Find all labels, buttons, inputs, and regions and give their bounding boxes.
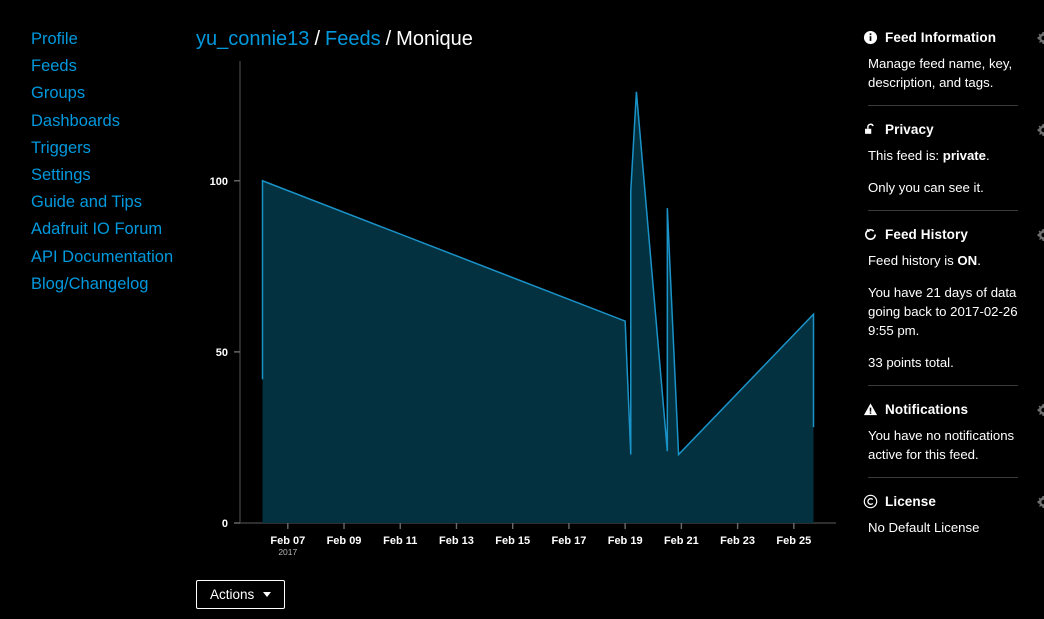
info-icon (863, 30, 878, 45)
gear-icon-privacy[interactable] (1037, 123, 1044, 136)
x-tick-label: Feb 17 (551, 535, 586, 547)
x-tick-label: Feb 13 (439, 535, 474, 547)
panel-text-license-0: No Default License (868, 520, 980, 535)
panel-text-feed-history-0: Feed history is ON. (868, 253, 981, 268)
y-tick-label: 0 (222, 518, 228, 530)
panel-header-license: License (863, 494, 1044, 509)
gear-icon-feed-history[interactable] (1037, 228, 1044, 241)
sidebar-item-blog-changelog[interactable]: Blog/Changelog (31, 271, 181, 298)
x-tick-label: Feb 25 (776, 535, 811, 547)
breadcrumb-current-feed: Monique (396, 28, 473, 50)
feed-history-chart[interactable]: 0 50 100 Feb 07 2017 Feb 09 Feb 11 Feb 13 Feb 1… (196, 58, 846, 563)
panel-divider (868, 210, 1018, 211)
x-tick-label: Feb 07 (270, 535, 305, 547)
panel-text-privacy-1: Only you can see it. (868, 180, 984, 195)
panel-title-license: License (885, 494, 936, 509)
panel-title-notifications: Notifications (885, 402, 969, 417)
sidebar-item-profile[interactable]: Profile (31, 26, 181, 53)
sidebar-item-feeds[interactable]: Feeds (31, 53, 181, 80)
panel-section-license: License No Default License (863, 494, 1044, 537)
panel-section-feed-information: Feed Information Manage feed name, key, d… (863, 30, 1044, 92)
feed-info-panel: Feed Information Manage feed name, key, d… (855, 0, 1044, 619)
sidebar-item-dashboards[interactable]: Dashboards (31, 108, 181, 135)
x-tick-label: Feb 19 (608, 535, 643, 547)
sidebar-nav: Profile Feeds Groups Dashboards Triggers Sett… (0, 0, 186, 619)
x-tick-labels: Feb 072017 Feb 09 Feb 11 Feb 13 Feb 15 Feb 17… (270, 535, 811, 557)
panel-divider (868, 477, 1018, 478)
x-tick-label: Feb 15 (495, 535, 530, 547)
actions-button[interactable]: Actions (196, 580, 286, 609)
chart-series-group (261, 91, 815, 524)
panel-text-feed-information-0: Manage feed name, key, description, and … (868, 56, 1013, 90)
sidebar-item-triggers[interactable]: Triggers (31, 135, 181, 162)
sidebar-item-guide-and-tips[interactable]: Guide and Tips (31, 189, 181, 216)
y-tick-label: 100 (210, 176, 228, 188)
panel-text-feed-history-1: You have 21 days of data going back to 2… (868, 285, 1018, 338)
x-tick-label: Feb 09 (327, 535, 362, 547)
x-tick-label: Feb 21 (664, 535, 699, 547)
actions-button-label: Actions (210, 587, 255, 602)
warning-triangle-icon (863, 402, 878, 417)
gear-icon-notifications[interactable] (1037, 403, 1044, 416)
x-tick-label: Feb 11 (383, 535, 417, 547)
sidebar-item-groups[interactable]: Groups (31, 80, 181, 107)
panel-title-feed-history: Feed History (885, 227, 968, 242)
gear-icon-feed-information[interactable] (1037, 31, 1044, 44)
copyright-icon (863, 494, 878, 509)
history-icon (863, 227, 878, 242)
breadcrumb: yu_connie13/Feeds / Monique (196, 26, 473, 52)
feed-detail-page: Profile Feeds Groups Dashboards Triggers Sett… (0, 0, 1044, 619)
gear-icon-license[interactable] (1037, 495, 1044, 508)
breadcrumb-separator-1: / (314, 28, 320, 50)
y-tick-label: 50 (216, 347, 228, 359)
panel-section-feed-history: Feed History Feed history is ON. You have … (863, 227, 1044, 372)
chevron-down-icon (263, 592, 272, 597)
panel-title-feed-information: Feed Information (885, 30, 997, 45)
sidebar-item-settings[interactable]: Settings (31, 162, 181, 189)
breadcrumb-owner-link[interactable]: yu_connie13 (196, 28, 309, 50)
y-tick-marks (234, 180, 240, 524)
y-tick-labels: 0 50 100 (210, 176, 228, 530)
x-tick-marks (287, 523, 795, 529)
series-area-fill (262, 91, 814, 524)
breadcrumb-feeds-link[interactable]: Feeds (325, 28, 381, 50)
panel-text-notifications-0: You have no notifications active for thi… (868, 428, 1015, 462)
breadcrumb-separator-2: / (385, 28, 392, 50)
panel-header-notifications: Notifications (863, 402, 1044, 417)
panel-title-privacy: Privacy (885, 122, 934, 137)
panel-text-privacy-0: This feed is: private. (868, 148, 990, 163)
unlocked-padlock-icon (863, 122, 878, 137)
chart-svg: 0 50 100 Feb 072017 Feb 09 Feb 11 Feb 13 Feb 1… (210, 61, 836, 557)
panel-text-feed-history-2: 33 points total. (868, 355, 954, 370)
x-tick-sub-label: 2017 (278, 547, 297, 557)
x-tick-label: Feb 23 (720, 535, 755, 547)
panel-header-feed-information: Feed Information (863, 30, 1044, 45)
sidebar-item-api-documentation[interactable]: API Documentation (31, 244, 181, 271)
panel-header-feed-history: Feed History (863, 227, 1044, 242)
panel-section-privacy: Privacy This feed is: private. Only you ca… (863, 122, 1044, 197)
panel-section-notifications: Notifications You have no notifications a… (863, 402, 1044, 464)
sidebar-item-adafruit-io-forum[interactable]: Adafruit IO Forum (31, 216, 181, 243)
panel-divider (868, 385, 1018, 386)
panel-divider (868, 105, 1018, 106)
panel-header-privacy: Privacy (863, 122, 1044, 137)
